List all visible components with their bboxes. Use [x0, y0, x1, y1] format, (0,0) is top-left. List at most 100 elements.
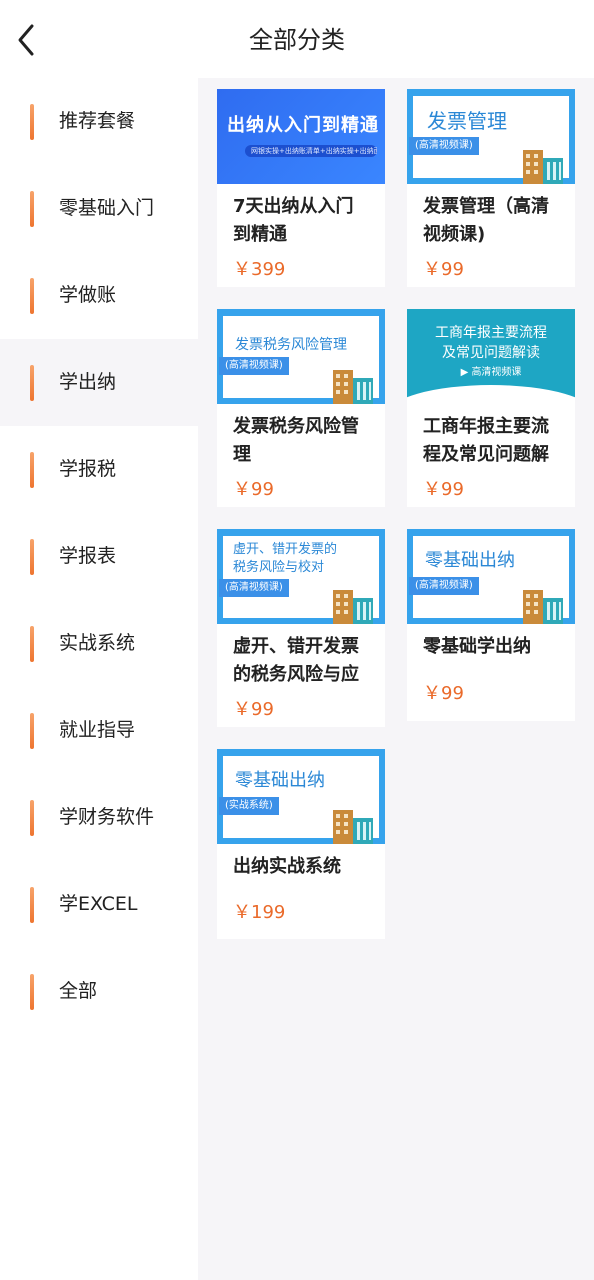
thumbnail-heading-line: 虚开、错开发票的	[233, 542, 338, 557]
sidebar-indicator	[30, 452, 34, 488]
sidebar-item-excel[interactable]: 学EXCEL	[0, 861, 198, 948]
sidebar-item-label: 学出纳	[59, 371, 117, 393]
thumbnail-tag: (高清视频课)	[219, 357, 289, 375]
sidebar-item-cashier[interactable]: 学出纳	[0, 339, 198, 426]
course-card[interactable]: 发票税务风险管理 (高清视频课) 发票税务风险管 理 ￥99	[217, 309, 385, 507]
thumbnail-heading-line: 及常见问题解读	[442, 345, 540, 361]
course-card[interactable]: 工商年报主要流程 及常见问题解读 ▶ 高清视频课 工商年报主要流 程及常见问题解…	[407, 309, 575, 507]
sidebar-item-label: 学EXCEL	[59, 893, 138, 915]
thumbnail-tag: (高清视频课)	[409, 577, 479, 595]
course-title: 出纳实战系统	[233, 853, 373, 881]
sidebar-item-label: 实战系统	[59, 632, 136, 654]
thumbnail-heading: 零基础出纳	[425, 550, 515, 571]
sidebar-indicator	[30, 191, 34, 227]
sidebar-item-all[interactable]: 全部	[0, 948, 198, 1035]
sidebar-indicator	[30, 365, 34, 401]
thumbnail-heading: 虚开、错开发票的 税务风险与校对	[233, 541, 337, 577]
course-price: ￥99	[423, 479, 464, 500]
thumbnail-tag: (实战系统)	[219, 797, 279, 815]
course-title-line: 出纳实战系统	[233, 856, 341, 877]
sidebar-item-bookkeeping[interactable]: 学做账	[0, 252, 198, 339]
course-card[interactable]: 零基础出纳 (高清视频课) 零基础学出纳 ￥99	[407, 529, 575, 721]
thumbnail-heading-line: 工商年报主要流程	[435, 325, 547, 341]
buildings-icon	[333, 810, 373, 844]
course-title-line: 到精通	[233, 224, 287, 245]
sidebar-indicator	[30, 887, 34, 923]
thumbnail-heading: 发票税务风险管理	[235, 337, 347, 353]
thumbnail-heading: 零基础出纳	[235, 770, 325, 791]
header-bar: 全部分类	[0, 0, 594, 78]
course-thumbnail: 发票税务风险管理 (高清视频课)	[217, 309, 385, 404]
course-title-line: 7天出纳从入门	[233, 196, 354, 217]
course-title: 7天出纳从入门 到精通	[233, 193, 373, 249]
sidebar-item-practice-system[interactable]: 实战系统	[0, 600, 198, 687]
thumbnail-video-label: ▶ 高清视频课	[407, 363, 575, 378]
course-title: 工商年报主要流 程及常见问题解	[423, 413, 563, 469]
thumbnail-video-text: 高清视频课	[471, 367, 522, 378]
course-thumbnail: 虚开、错开发票的 税务风险与校对 (高清视频课)	[217, 529, 385, 624]
sidebar-item-label: 学财务软件	[59, 806, 155, 828]
course-title-line: 理	[233, 444, 251, 465]
thumbnail-heading-line: 税务风险与校对	[233, 560, 325, 575]
sidebar-indicator	[30, 278, 34, 314]
course-price: ￥199	[233, 902, 286, 923]
thumbnail-tag: (高清视频课)	[219, 579, 289, 597]
course-title-line: 的税务风险与应	[233, 664, 359, 685]
thumbnail-subtitle: 网银实操+出纳账清单+出纳实操+出纳面试技巧	[251, 147, 377, 155]
sidebar-item-reports[interactable]: 学报表	[0, 513, 198, 600]
course-thumbnail: 工商年报主要流程 及常见问题解读 ▶ 高清视频课	[407, 309, 575, 404]
sidebar-item-label: 学报税	[59, 458, 117, 480]
course-title: 零基础学出纳	[423, 633, 563, 661]
course-price: ￥399	[233, 259, 286, 280]
page-title: 全部分类	[249, 26, 345, 54]
sidebar-item-tax-filing[interactable]: 学报税	[0, 426, 198, 513]
course-card[interactable]: 零基础出纳 (实战系统) 出纳实战系统 ￥199	[217, 749, 385, 939]
course-title-line: 视频课)	[423, 224, 486, 245]
video-icon: ▶	[460, 367, 472, 378]
thumbnail-heading: 工商年报主要流程 及常见问题解读	[407, 323, 575, 363]
course-thumbnail: 零基础出纳 (实战系统)	[217, 749, 385, 844]
course-title-line: 工商年报主要流	[423, 416, 549, 437]
thumbnail-tag: (高清视频课)	[409, 137, 479, 155]
course-title: 虚开、错开发票 的税务风险与应	[233, 633, 373, 689]
course-price: ￥99	[233, 479, 274, 500]
course-thumbnail: 出纳从入门到精通 网银实操+出纳账清单+出纳实操+出纳面试技巧	[217, 89, 385, 184]
sidebar-item-recommended[interactable]: 推荐套餐	[0, 78, 198, 165]
course-thumbnail: 发票管理 (高清视频课)	[407, 89, 575, 184]
course-thumbnail: 零基础出纳 (高清视频课)	[407, 529, 575, 624]
course-price: ￥99	[423, 683, 464, 704]
course-title-line: 发票管理（高清	[423, 196, 549, 217]
sidebar-item-career[interactable]: 就业指导	[0, 687, 198, 774]
sidebar-indicator	[30, 104, 34, 140]
course-title: 发票管理（高清 视频课)	[423, 193, 563, 249]
thumbnail-heading: 发票管理	[427, 109, 507, 133]
course-title-line: 程及常见问题解	[423, 444, 549, 465]
sidebar-indicator	[30, 713, 34, 749]
sidebar-item-finance-software[interactable]: 学财务软件	[0, 774, 198, 861]
buildings-icon	[523, 590, 563, 624]
sidebar-item-label: 零基础入门	[59, 197, 155, 219]
buildings-icon	[333, 590, 373, 624]
course-title-line: 虚开、错开发票	[233, 636, 359, 657]
course-title: 发票税务风险管 理	[233, 413, 373, 469]
thumbnail-heading: 出纳从入门到精通	[227, 115, 379, 136]
buildings-icon	[333, 370, 373, 404]
course-price: ￥99	[233, 699, 274, 720]
sidebar-indicator	[30, 974, 34, 1010]
course-card[interactable]: 发票管理 (高清视频课) 发票管理（高清 视频课) ￥99	[407, 89, 575, 287]
course-title-line: 发票税务风险管	[233, 416, 359, 437]
course-title-line: 零基础学出纳	[423, 636, 531, 657]
course-card[interactable]: 出纳从入门到精通 网银实操+出纳账清单+出纳实操+出纳面试技巧 7天出纳从入门 …	[217, 89, 385, 287]
sidebar-indicator	[30, 626, 34, 662]
sidebar-item-label: 就业指导	[59, 719, 136, 741]
sidebar-indicator	[30, 539, 34, 575]
course-grid: 出纳从入门到精通 网银实操+出纳账清单+出纳实操+出纳面试技巧 7天出纳从入门 …	[198, 78, 594, 1280]
sidebar-item-label: 学报表	[59, 545, 117, 567]
sidebar-item-label: 推荐套餐	[59, 110, 136, 132]
sidebar-item-label: 全部	[59, 980, 98, 1002]
category-sidebar: 推荐套餐 零基础入门 学做账 学出纳 学报税 学报表 实战系统 就业指导 学财务…	[0, 78, 198, 1280]
course-card[interactable]: 虚开、错开发票的 税务风险与校对 (高清视频课) 虚开、错开发票 的税务风险与应…	[217, 529, 385, 727]
sidebar-item-beginner[interactable]: 零基础入门	[0, 165, 198, 252]
sidebar-indicator	[30, 800, 34, 836]
thumbnail-subtitle-strip: 网银实操+出纳账清单+出纳实操+出纳面试技巧	[245, 145, 377, 157]
